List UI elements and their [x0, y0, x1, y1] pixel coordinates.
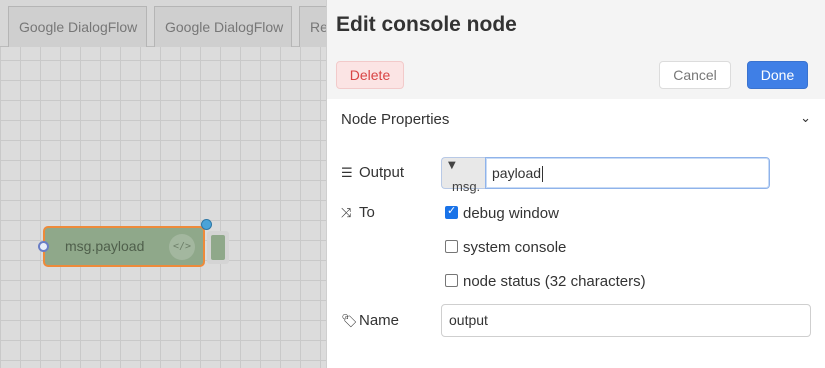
section-title[interactable]: Node Properties — [341, 111, 449, 128]
tray-header: Edit console node Delete Cancel Done — [327, 0, 825, 99]
flow-tab[interactable]: Google DialogFlow — [154, 6, 292, 47]
debug-window-checkbox[interactable] — [445, 204, 458, 219]
flow-tab-bar: Google DialogFlow Google DialogFlow Re — [0, 0, 339, 47]
node-toggle-button[interactable] — [207, 231, 229, 264]
chevron-down-icon[interactable]: ⌄ — [800, 111, 811, 126]
output-field[interactable]: payload — [485, 157, 770, 189]
name-field[interactable]: output — [441, 304, 811, 337]
system-console-option[interactable]: system console — [445, 239, 566, 256]
node-label: msg.payload — [65, 238, 145, 254]
node-status-label: node status (32 characters) — [463, 273, 646, 290]
node-status-option[interactable]: node status (32 characters) — [445, 273, 646, 290]
flow-tab[interactable]: Google DialogFlow — [8, 6, 147, 47]
node-status-checkbox[interactable] — [445, 274, 458, 287]
debug-window-option[interactable]: debug window — [445, 204, 559, 222]
caret-down-icon: ▼ — [448, 160, 456, 171]
output-type-select[interactable]: ▼ msg. — [441, 157, 485, 194]
output-type-prefix: msg. — [452, 179, 481, 194]
node-toggle-fill — [211, 235, 225, 260]
edit-tray: Edit console node Delete Cancel Done Nod… — [326, 0, 825, 368]
done-button[interactable]: Done — [747, 61, 808, 89]
name-label: 🏷Name — [341, 312, 399, 329]
system-console-checkbox[interactable] — [445, 240, 458, 253]
cancel-button[interactable]: Cancel — [659, 61, 731, 89]
delete-button[interactable]: Delete — [336, 61, 404, 89]
name-label-text: Name — [359, 312, 400, 329]
system-console-label: system console — [463, 239, 567, 256]
to-label: ⤨ To — [341, 204, 375, 221]
to-label-text: To — [359, 204, 375, 221]
tray-title: Edit console node — [336, 13, 517, 36]
node-input-port[interactable] — [38, 241, 49, 252]
output-label: ☰ Output — [341, 164, 404, 181]
output-label-text: Output — [359, 164, 405, 181]
debug-window-label: debug window — [463, 205, 559, 222]
flow-workspace[interactable]: Google DialogFlow Google DialogFlow Re m… — [0, 0, 339, 368]
shuffle-icon: ⤨ — [341, 206, 352, 221]
debug-node[interactable]: msg.payload </> — [38, 219, 212, 267]
tag-icon: 🏷 — [341, 314, 358, 329]
list-icon: ☰ — [341, 166, 353, 181]
code-icon: </> — [169, 234, 195, 260]
node-changed-indicator — [201, 219, 212, 230]
